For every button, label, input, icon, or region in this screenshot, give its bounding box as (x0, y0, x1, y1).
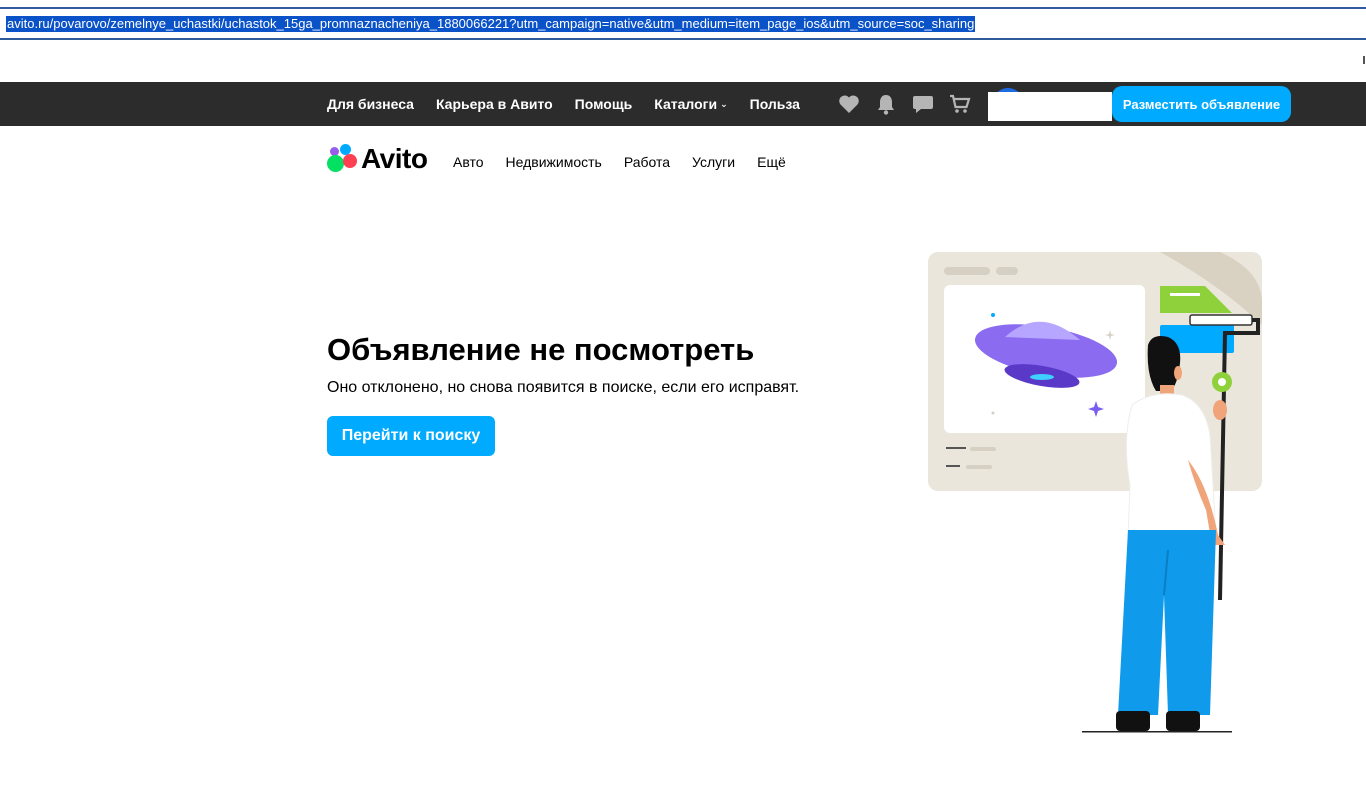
top-link-help[interactable]: Помощь (575, 96, 633, 112)
avito-logo[interactable]: Avito (327, 143, 428, 175)
category-auto[interactable]: Авто (453, 154, 484, 170)
top-link-benefit[interactable]: Польза (750, 96, 800, 112)
top-link-catalogs[interactable]: Каталоги ⌄ (654, 96, 727, 112)
top-bar: Для бизнеса Карьера в Авито Помощь Катал… (0, 82, 1366, 126)
page-title: Объявление не посмотреть (327, 332, 755, 367)
category-nav: Авто Недвижимость Работа Услуги Ещё (453, 154, 808, 170)
category-jobs[interactable]: Работа (624, 154, 670, 170)
url-text[interactable]: avito.ru/povarovo/zemelnye_uchastki/ucha… (6, 16, 976, 32)
chevron-down-icon: ⌄ (720, 98, 728, 109)
top-icons (838, 82, 986, 126)
bell-icon[interactable] (875, 93, 897, 115)
logo-text: Avito (361, 143, 428, 174)
category-real-estate[interactable]: Недвижимость (506, 154, 602, 170)
go-to-search-button[interactable]: Перейти к поиску (327, 416, 495, 456)
top-nav: Для бизнеса Карьера в Авито Помощь Катал… (327, 82, 822, 126)
top-link-business[interactable]: Для бизнеса (327, 96, 414, 112)
page-subtitle: Оно отклонено, но снова появится в поиск… (327, 379, 800, 396)
category-services[interactable]: Услуги (692, 154, 735, 170)
post-ad-button[interactable]: Разместить объявление (1112, 86, 1291, 122)
logo-dots-icon (327, 144, 359, 174)
redacted-profile-area (988, 92, 1112, 121)
window-edge-mark (1363, 56, 1365, 64)
category-more[interactable]: Ещё (757, 154, 786, 170)
top-link-career[interactable]: Карьера в Авито (436, 96, 553, 112)
address-bar[interactable]: avito.ru/povarovo/zemelnye_uchastki/ucha… (0, 7, 1366, 40)
chat-icon[interactable] (912, 93, 934, 115)
painter-illustration (928, 252, 1262, 733)
cart-icon[interactable] (949, 93, 971, 115)
heart-icon[interactable] (838, 93, 860, 115)
